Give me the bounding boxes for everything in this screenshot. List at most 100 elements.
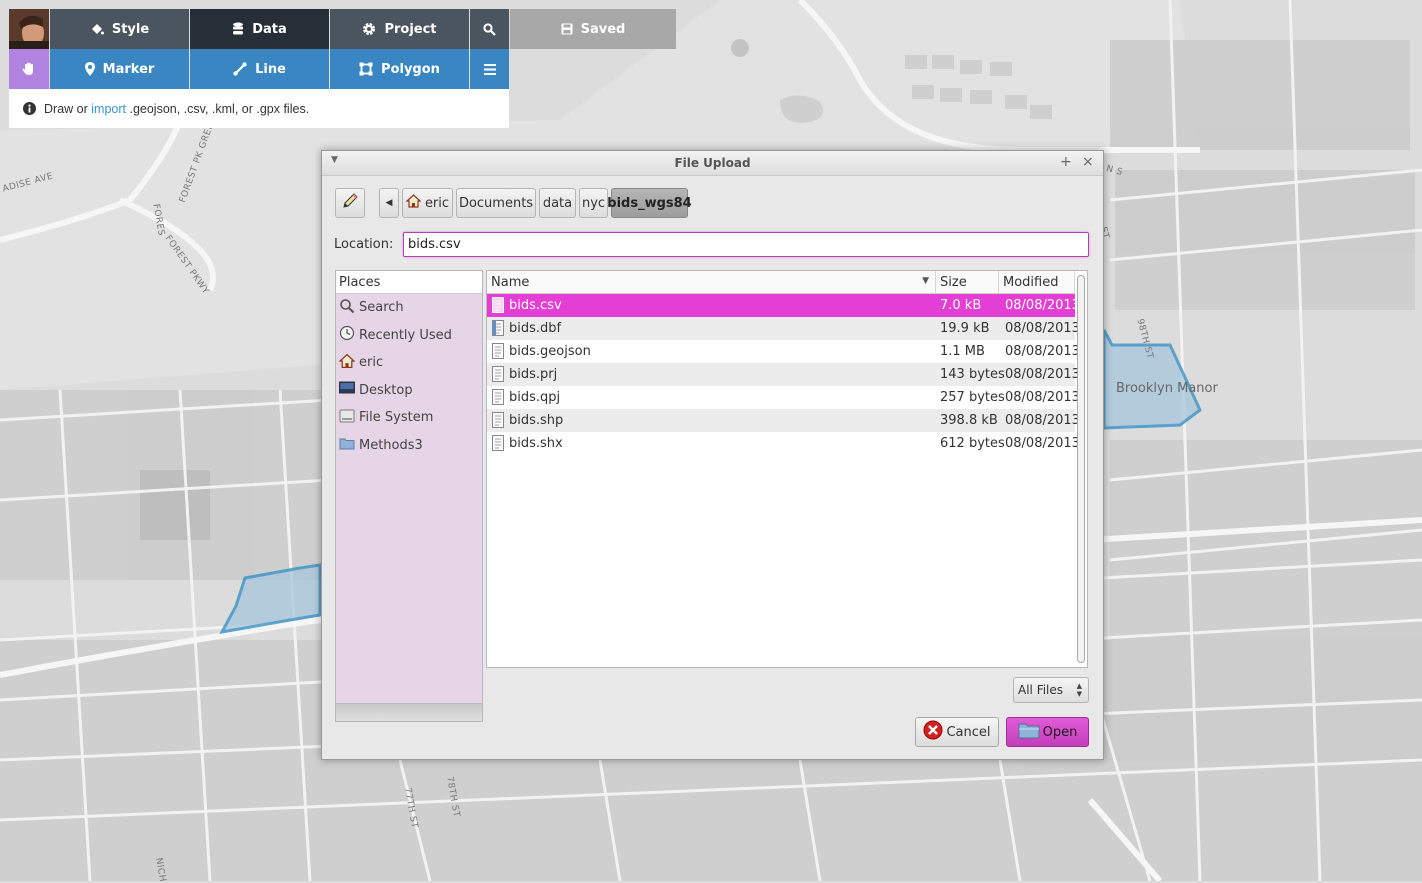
document-icon: [492, 320, 504, 340]
file-upload-dialog: ▼ File Upload + × ◀ eric Documents data …: [321, 150, 1104, 760]
file-row[interactable]: bids.geojson 1.1 MB 08/08/2013: [487, 340, 1080, 363]
filter-label: All Files: [1018, 683, 1064, 697]
place-item-desktop[interactable]: Desktop: [336, 377, 482, 405]
file-modified: 08/08/2013: [1005, 298, 1080, 313]
magnifier-icon: [339, 298, 355, 318]
saved-label: Saved: [580, 21, 626, 37]
avatar-image: [9, 9, 49, 49]
database-icon: [232, 22, 244, 36]
column-header-modified[interactable]: Modified: [999, 271, 1075, 294]
project-tab[interactable]: Project: [330, 9, 469, 49]
document-icon: [492, 343, 504, 363]
drive-icon: [339, 408, 355, 428]
close-icon[interactable]: ×: [1082, 154, 1094, 170]
location-input[interactable]: [403, 232, 1089, 257]
pan-tool[interactable]: [9, 49, 49, 89]
cancel-label: Cancel: [946, 724, 991, 740]
file-modified: 08/08/2013: [1005, 321, 1080, 336]
file-row[interactable]: bids.shp 398.8 kB 08/08/2013: [487, 409, 1080, 432]
document-icon: [492, 389, 504, 409]
file-row[interactable]: bids.qpj 257 bytes 08/08/2013: [487, 386, 1080, 409]
file-size: 257 bytes: [940, 390, 1005, 405]
place-item-filesystem[interactable]: File System: [336, 404, 482, 432]
chevron-left-icon: ◀: [385, 198, 393, 208]
info-text-prefix: Draw or: [44, 101, 88, 116]
document-icon: [492, 297, 504, 317]
file-row[interactable]: bids.prj 143 bytes 08/08/2013: [487, 363, 1080, 386]
menu-button[interactable]: [470, 49, 509, 89]
style-tab[interactable]: Style: [50, 9, 189, 49]
file-type-filter[interactable]: All Files ▲ ▼: [1013, 677, 1089, 703]
file-name: bids.qpj: [509, 390, 561, 405]
info-bar: Draw or import .geojson, .csv, .kml, or …: [9, 89, 509, 128]
place-item-home[interactable]: eric: [336, 349, 482, 377]
toolbar-divider: [189, 49, 190, 89]
file-modified: 08/08/2013: [1005, 344, 1080, 359]
open-button[interactable]: Open: [1006, 717, 1089, 747]
file-size: 7.0 kB: [940, 298, 982, 313]
place-item-search[interactable]: Search: [336, 294, 482, 322]
path-button-bids-wgs84[interactable]: bids_wgs84: [607, 188, 692, 218]
vertical-scrollbar[interactable]: [1077, 275, 1085, 663]
place-label: Search: [359, 300, 404, 316]
open-label: Open: [1042, 724, 1078, 740]
search-icon: [483, 22, 496, 36]
hand-icon: [21, 61, 37, 77]
project-tab-label: Project: [384, 21, 437, 37]
data-tab[interactable]: Data: [190, 9, 329, 49]
desktop-icon: [339, 380, 355, 400]
line-icon: [233, 62, 247, 76]
polygon-icon: [359, 62, 373, 76]
neighborhood-label: Brooklyn Manor: [1116, 381, 1218, 396]
avatar[interactable]: [9, 9, 49, 49]
pencil-icon: [341, 192, 359, 214]
cancel-icon: [923, 720, 943, 744]
file-row[interactable]: bids.csv 7.0 kB 08/08/2013: [487, 294, 1080, 317]
polygon-tool[interactable]: Polygon: [330, 49, 469, 89]
maximize-icon[interactable]: +: [1060, 154, 1072, 170]
path-label: bids_wgs84: [607, 195, 692, 211]
style-tab-label: Style: [111, 21, 150, 37]
marker-tool[interactable]: Marker: [50, 49, 189, 89]
edit-location-button[interactable]: [335, 188, 365, 218]
cancel-button[interactable]: Cancel: [915, 717, 999, 747]
file-name: bids.geojson: [509, 344, 591, 359]
path-button-documents[interactable]: Documents: [456, 188, 536, 218]
path-label: data: [542, 195, 573, 211]
path-label: eric: [424, 195, 450, 211]
column-header-label: Modified: [1003, 275, 1059, 290]
import-link[interactable]: import: [91, 102, 126, 116]
path-back-button[interactable]: ◀: [379, 188, 399, 218]
file-name: bids.csv: [509, 298, 562, 313]
path-button-data[interactable]: data: [539, 188, 576, 218]
home-icon: [405, 194, 422, 212]
place-item-methods3[interactable]: Methods3: [336, 432, 482, 460]
file-row[interactable]: bids.dbf 19.9 kB 08/08/2013: [487, 317, 1080, 340]
folder-icon: [339, 435, 355, 455]
dialog-titlebar[interactable]: ▼ File Upload + ×: [322, 151, 1103, 176]
spinner-arrows-icon: ▲ ▼: [1076, 682, 1082, 698]
column-header-name[interactable]: Name ▼: [487, 271, 936, 294]
search-button[interactable]: [470, 9, 509, 49]
column-header-size[interactable]: Size: [936, 271, 999, 294]
data-tab-label: Data: [252, 21, 287, 37]
path-label: Documents: [458, 195, 534, 211]
place-item-recent[interactable]: Recently Used: [336, 322, 482, 350]
places-header[interactable]: Places: [336, 271, 482, 294]
clock-icon: [339, 325, 355, 345]
file-modified: 08/08/2013: [1005, 390, 1080, 405]
folder-icon: [1018, 721, 1040, 743]
document-icon: [492, 412, 504, 432]
sort-arrow-icon: ▼: [922, 276, 929, 286]
file-row[interactable]: bids.shx 612 bytes 08/08/2013: [487, 432, 1080, 455]
dialog-title: File Upload: [674, 156, 751, 170]
path-button-nyc[interactable]: nyc: [579, 188, 608, 218]
info-text-suffix: .geojson, .csv, .kml, or .gpx files.: [129, 101, 310, 116]
line-tool-label: Line: [255, 61, 286, 77]
places-footer: [335, 704, 483, 722]
file-size: 19.9 kB: [940, 321, 990, 336]
path-button-home[interactable]: eric: [402, 188, 453, 218]
line-tool[interactable]: Line: [190, 49, 329, 89]
document-icon: [492, 435, 504, 455]
place-label: Recently Used: [359, 327, 452, 343]
